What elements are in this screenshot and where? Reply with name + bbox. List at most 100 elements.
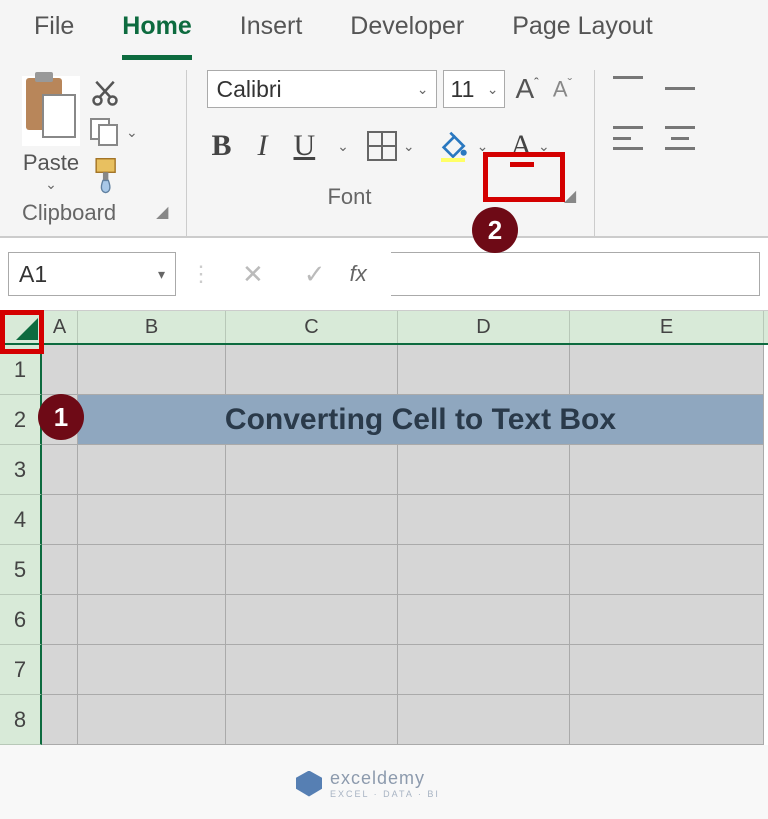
borders-icon (367, 131, 397, 161)
cell-E4[interactable] (570, 495, 764, 545)
cell-C6[interactable] (226, 595, 398, 645)
align-top-button[interactable] (613, 76, 643, 100)
fill-color-button[interactable]: ⌄ (433, 128, 493, 164)
row-header-3[interactable]: 3 (0, 445, 42, 495)
font-size-combo[interactable]: 11 ⌄ (443, 70, 505, 108)
font-size-dropdown-icon[interactable]: ⌄ (487, 81, 499, 98)
row-header-6[interactable]: 6 (0, 595, 42, 645)
row-header-1[interactable]: 1 (0, 345, 42, 395)
cell-A4[interactable] (42, 495, 78, 545)
cell-C1[interactable] (226, 345, 398, 395)
row-header-7[interactable]: 7 (0, 645, 42, 695)
cell-B8[interactable] (78, 695, 226, 745)
col-header-B[interactable]: B (78, 311, 226, 343)
cell-A5[interactable] (42, 545, 78, 595)
cell-E3[interactable] (570, 445, 764, 495)
col-header-C[interactable]: C (226, 311, 398, 343)
select-all-icon (16, 318, 38, 340)
font-group-label: Font (207, 178, 371, 214)
cell-D7[interactable] (398, 645, 570, 695)
row-header-8[interactable]: 8 (0, 695, 42, 745)
cell-B4[interactable] (78, 495, 226, 545)
tab-file[interactable]: File (34, 8, 74, 60)
formula-bar: A1 ▾ ⋮ ✕ ✓ fx (0, 237, 768, 311)
font-name-dropdown-icon[interactable]: ⌄ (417, 81, 429, 98)
col-header-E[interactable]: E (570, 311, 764, 343)
worksheet: A B C D E 1 2 Converting Cell to Text Bo… (0, 311, 768, 745)
bold-button[interactable]: B (207, 129, 235, 163)
cell-A3[interactable] (42, 445, 78, 495)
tab-developer[interactable]: Developer (350, 8, 464, 60)
tab-page-layout[interactable]: Page Layout (512, 8, 652, 60)
cell-E8[interactable] (570, 695, 764, 745)
cell-A8[interactable] (42, 695, 78, 745)
align-center-button[interactable] (665, 126, 695, 150)
cell-E1[interactable] (570, 345, 764, 395)
borders-dropdown-icon[interactable]: ⌄ (403, 138, 415, 155)
clipboard-group-label: Clipboard (22, 194, 116, 230)
cell-A7[interactable] (42, 645, 78, 695)
row-header-4[interactable]: 4 (0, 495, 42, 545)
cell-B7[interactable] (78, 645, 226, 695)
copy-button[interactable]: ⌄ (90, 118, 138, 146)
cell-D3[interactable] (398, 445, 570, 495)
format-painter-button[interactable] (90, 156, 138, 194)
enter-formula-button[interactable]: ✓ (288, 259, 342, 290)
cell-D4[interactable] (398, 495, 570, 545)
font-name-value: Calibri (216, 76, 281, 103)
cell-C7[interactable] (226, 645, 398, 695)
shrink-font-button[interactable]: Aˇ (549, 75, 576, 102)
paste-dropdown-icon[interactable]: ⌄ (22, 176, 80, 193)
formula-input[interactable] (391, 252, 760, 296)
cell-D6[interactable] (398, 595, 570, 645)
cell-D8[interactable] (398, 695, 570, 745)
underline-button[interactable]: U (290, 129, 320, 163)
cell-B1[interactable] (78, 345, 226, 395)
fill-bucket-icon (437, 130, 469, 162)
borders-button[interactable]: ⌄ (367, 131, 415, 161)
cell-A2[interactable] (42, 395, 78, 445)
fill-color-dropdown-icon[interactable]: ⌄ (477, 138, 489, 155)
cell-C8[interactable] (226, 695, 398, 745)
cell-C5[interactable] (226, 545, 398, 595)
cell-B6[interactable] (78, 595, 226, 645)
col-header-A[interactable]: A (42, 311, 78, 343)
cell-E6[interactable] (570, 595, 764, 645)
align-middle-button[interactable] (665, 76, 695, 100)
cell-E5[interactable] (570, 545, 764, 595)
cell-C4[interactable] (226, 495, 398, 545)
name-box-dropdown-icon[interactable]: ▾ (158, 266, 165, 283)
cell-D5[interactable] (398, 545, 570, 595)
align-left-button[interactable] (613, 126, 643, 150)
cell-D1[interactable] (398, 345, 570, 395)
paste-button[interactable]: Paste ⌄ (22, 76, 80, 193)
col-header-D[interactable]: D (398, 311, 570, 343)
tab-home[interactable]: Home (122, 8, 191, 60)
row-header-5[interactable]: 5 (0, 545, 42, 595)
tab-insert[interactable]: Insert (240, 8, 303, 60)
row-header-2[interactable]: 2 (0, 395, 42, 445)
cell-B3[interactable] (78, 445, 226, 495)
cell-C3[interactable] (226, 445, 398, 495)
clipboard-launcher-icon[interactable]: ◢ (156, 202, 168, 222)
font-launcher-icon[interactable]: ◢ (564, 186, 576, 206)
font-color-button[interactable]: A ⌄ (510, 129, 549, 163)
copy-dropdown-icon[interactable]: ⌄ (126, 124, 138, 141)
cell-E7[interactable] (570, 645, 764, 695)
row-1: 1 (0, 345, 768, 395)
select-all-corner[interactable] (0, 311, 42, 343)
cell-B2-merged-title[interactable]: Converting Cell to Text Box (78, 395, 764, 445)
font-color-dropdown-icon[interactable]: ⌄ (538, 138, 550, 155)
fx-label[interactable]: fx (350, 261, 383, 287)
font-name-combo[interactable]: Calibri ⌄ (207, 70, 437, 108)
cell-B5[interactable] (78, 545, 226, 595)
row-7: 7 (0, 645, 768, 695)
grow-font-button[interactable]: Aˆ (511, 73, 542, 105)
name-box[interactable]: A1 ▾ (8, 252, 176, 296)
cell-A1[interactable] (42, 345, 78, 395)
italic-button[interactable]: I (254, 129, 272, 163)
underline-dropdown-icon[interactable]: ⌄ (337, 138, 349, 155)
cell-A6[interactable] (42, 595, 78, 645)
cut-button[interactable] (90, 78, 138, 108)
cancel-formula-button[interactable]: ✕ (226, 259, 280, 290)
